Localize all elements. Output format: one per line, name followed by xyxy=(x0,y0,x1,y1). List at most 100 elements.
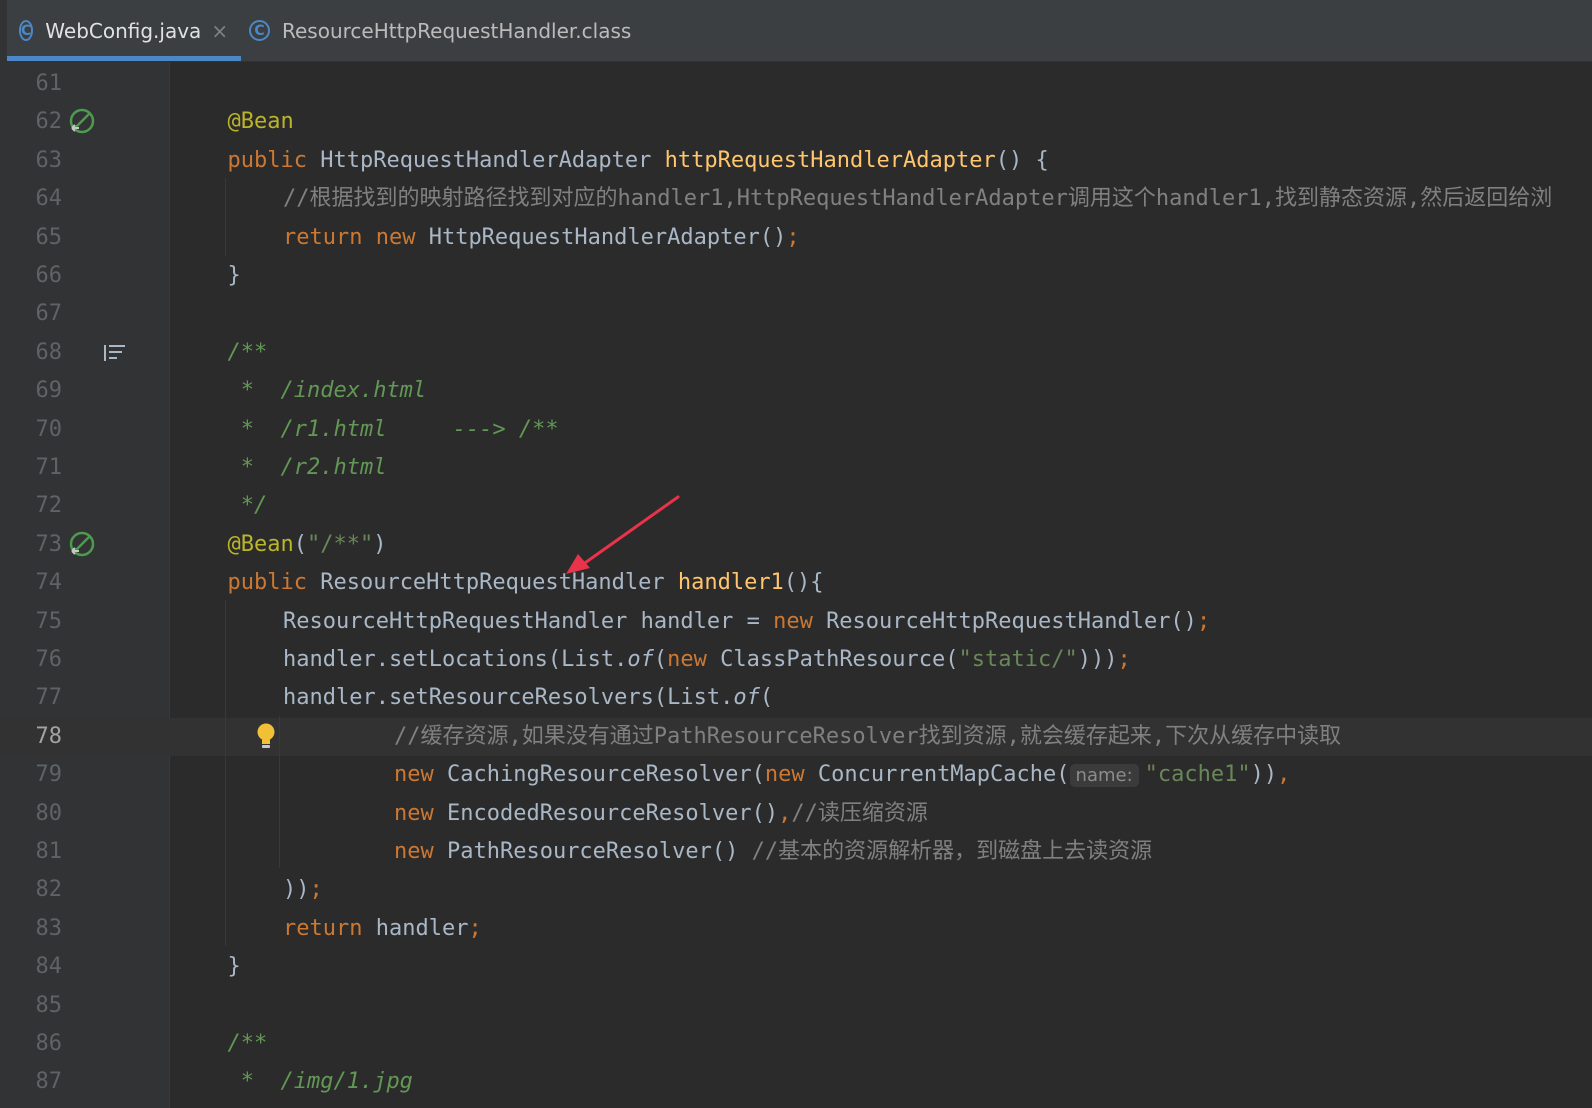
line-number: 70 xyxy=(35,416,63,442)
code-line[interactable]: 80 new EncodedResourceResolver(),//读压缩资源 xyxy=(0,795,1592,833)
code-token: new xyxy=(394,762,447,788)
code-line[interactable]: 70 * /r1.html ---> /** xyxy=(0,411,1592,449)
rendered-doc-icon[interactable] xyxy=(103,343,127,367)
editor-tab-bar: C WebConfig.java × C ResourceHttpRequest… xyxy=(7,0,1592,62)
code-line[interactable]: 76 handler.setLocations(List.of(new Class… xyxy=(0,641,1592,679)
code-token: public xyxy=(227,570,321,596)
code-line[interactable]: 83 return handler; xyxy=(0,910,1592,948)
line-number: 75 xyxy=(35,608,63,634)
code-line[interactable]: 74 public ResourceHttpRequestHandler hand… xyxy=(0,564,1592,602)
class-icon: C xyxy=(249,20,270,41)
tab-resourcehttprequesthandler-class[interactable]: C ResourceHttpRequestHandler.class xyxy=(241,0,647,61)
code-token: CachingResourceResolver( xyxy=(446,762,765,788)
code-token: */ xyxy=(227,493,268,519)
code-token: of xyxy=(627,647,654,672)
code-line[interactable]: 81 new PathResourceResolver() //基本的资源解析器，… xyxy=(0,833,1592,871)
code-line[interactable]: 85 xyxy=(0,987,1592,1025)
code-token: handler.setLocations(List. xyxy=(283,647,628,672)
code-text: } xyxy=(228,257,241,295)
code-text: return new HttpRequestHandlerAdapter(); xyxy=(283,219,800,257)
code-token: //根据找到的映射路径找到对应的handler1,HttpRequestHand… xyxy=(283,186,1553,212)
code-text: * /r2.html xyxy=(228,449,387,487)
code-line[interactable]: 66} xyxy=(0,257,1592,295)
code-text: /** xyxy=(228,334,268,372)
line-number: 84 xyxy=(35,954,63,980)
code-text: * /img/1.jpg xyxy=(228,1063,413,1101)
line-number: 76 xyxy=(35,647,63,672)
code-token: ; xyxy=(1196,608,1211,634)
code-line[interactable]: 63 public HttpRequestHandlerAdapter httpR… xyxy=(0,142,1592,180)
code-line[interactable]: 65 return new HttpRequestHandlerAdapter()… xyxy=(0,219,1592,257)
code-token: } xyxy=(227,954,241,980)
code-line[interactable]: 68 /** xyxy=(0,334,1592,372)
code-token: , xyxy=(1277,762,1291,788)
code-line[interactable]: 82)); xyxy=(0,871,1592,909)
code-token: ; xyxy=(468,915,482,941)
bean-navigate-icon[interactable] xyxy=(68,531,96,563)
code-token: /** xyxy=(227,1031,268,1056)
code-token: ResourceHttpRequestHandler handler = xyxy=(283,608,774,634)
code-text: return handler; xyxy=(283,910,482,948)
tab-label: ResourceHttpRequestHandler.class xyxy=(282,18,632,43)
bulb-icon[interactable] xyxy=(255,722,277,756)
code-line[interactable]: 86 /** xyxy=(0,1025,1592,1063)
code-token: return xyxy=(283,915,376,941)
code-token: ConcurrentMapCache( xyxy=(817,762,1070,788)
code-text: new EncodedResourceResolver(),//读压缩资源 xyxy=(394,795,928,833)
code-token: new xyxy=(394,800,447,826)
code-line[interactable]: 67 xyxy=(0,295,1592,333)
line-number: 74 xyxy=(35,570,63,596)
code-line[interactable]: 78 //缓存资源,如果没有通过PathResourceResolver找到资源,… xyxy=(0,717,1592,757)
line-number: 82 xyxy=(35,877,63,903)
code-token: handler.setResourceResolvers(List. xyxy=(283,685,734,711)
code-token: * /r2.html xyxy=(227,455,387,480)
line-number: 81 xyxy=(35,839,63,864)
code-token: ClassPathResource( xyxy=(720,647,959,672)
line-number: 85 xyxy=(35,992,63,1018)
indent-guide xyxy=(279,716,280,868)
code-line[interactable]: 69 * /index.html xyxy=(0,372,1592,410)
code-line[interactable]: 62 @Bean xyxy=(0,103,1592,141)
tab-webconfig-java[interactable]: C WebConfig.java × xyxy=(7,0,241,61)
close-icon[interactable]: × xyxy=(211,19,228,43)
code-line[interactable]: 75 ResourceHttpRequestHandler handler = n… xyxy=(0,603,1592,641)
line-number: 62 xyxy=(35,109,63,135)
code-line[interactable]: 87 * /img/1.jpg xyxy=(0,1063,1592,1101)
code-line[interactable]: 79 new CachingResourceResolver(new Concur… xyxy=(0,756,1592,794)
line-number: 73 xyxy=(35,531,63,557)
line-number: 77 xyxy=(35,685,63,711)
code-text: ResourceHttpRequestHandler handler = new… xyxy=(283,603,1210,641)
code-line[interactable]: 73 @Bean("/**") xyxy=(0,526,1592,564)
code-token: //读压缩资源 xyxy=(791,800,928,826)
code-line[interactable]: 64 //根据找到的映射路径找到对应的handler1,HttpRequestHa… xyxy=(0,180,1592,218)
code-token: (){ xyxy=(783,570,824,596)
code-token: ) xyxy=(373,531,387,557)
code-token: new xyxy=(764,762,818,788)
line-number: 68 xyxy=(35,339,63,365)
code-line[interactable]: 61 xyxy=(0,65,1592,103)
code-line[interactable]: 84} xyxy=(0,948,1592,986)
code-text: //缓存资源,如果没有通过PathResourceResolver找到资源,就会… xyxy=(394,718,1341,756)
line-number: 66 xyxy=(35,263,63,288)
code-text: public HttpRequestHandlerAdapter httpReq… xyxy=(228,142,1049,180)
code-token: )) xyxy=(1250,762,1278,788)
code-line[interactable]: 72 */ xyxy=(0,487,1592,525)
bean-navigate-icon[interactable] xyxy=(68,108,96,140)
code-token: () { xyxy=(995,147,1049,173)
code-token: ( xyxy=(653,647,668,672)
code-line[interactable]: 77 handler.setResourceResolvers(List.of( xyxy=(0,679,1592,717)
code-token: )) xyxy=(283,877,310,903)
code-token: new xyxy=(773,608,827,634)
code-token: //缓存资源,如果没有通过PathResourceResolver找到资源,就会… xyxy=(394,723,1342,749)
code-token: "/**" xyxy=(306,531,374,557)
code-token: HttpRequestHandlerAdapter xyxy=(320,147,665,173)
line-number: 78 xyxy=(35,723,63,749)
code-token: ; xyxy=(309,877,323,903)
code-token: new xyxy=(375,224,429,250)
code-text: handler.setResourceResolvers(List.of( xyxy=(283,679,773,717)
code-text: new CachingResourceResolver(new Concurre… xyxy=(394,756,1290,795)
code-token: //基本的资源解析器，到磁盘上去读资源 xyxy=(751,839,1153,864)
code-line[interactable]: 71 * /r2.html xyxy=(0,449,1592,487)
code-token: ( xyxy=(759,685,774,711)
code-token: "cache1" xyxy=(1144,762,1251,788)
